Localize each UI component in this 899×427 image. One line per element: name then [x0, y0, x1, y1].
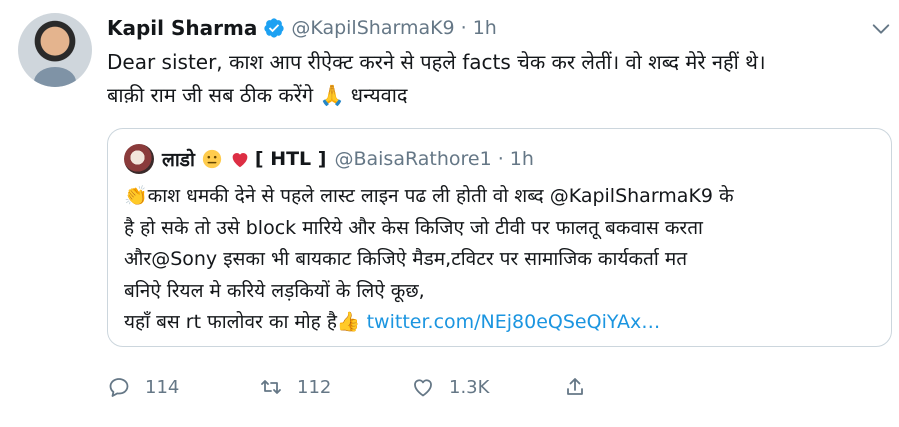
- quoted-text-line: और@Sony इसका भी बायकाट किजिऐ मैडम,टविटर …: [124, 248, 688, 270]
- tweet-text: Dear sister, काश आप रीऐक्ट करने से पहले …: [107, 46, 887, 112]
- quoted-name-tag: [ HTL ]: [254, 148, 327, 170]
- display-name[interactable]: Kapil Sharma: [107, 16, 257, 40]
- separator-dot: ·: [497, 148, 504, 170]
- quoted-text-line: यहाँ बस rt फालोवर का मोह है👍 twitter.com…: [124, 307, 884, 339]
- tweet-text-line: बाक़ी राम जी सब ठीक करेंगे 🙏 धन्यवाद: [107, 83, 408, 107]
- reply-button[interactable]: 114: [107, 375, 259, 399]
- quoted-text-last: यहाँ बस rt फालोवर का मोह है👍: [124, 311, 367, 333]
- quoted-handle: @BaisaRathore1: [334, 148, 492, 170]
- quoted-display-name: लाडो: [162, 149, 195, 171]
- heart-icon: [414, 379, 432, 397]
- avatar[interactable]: [18, 13, 92, 87]
- quoted-text: 👏काश धमकी देने से पहले लास्ट लाइन पढ ली …: [124, 181, 884, 339]
- separator-dot: ·: [460, 17, 467, 39]
- quoted-text-line: 👏काश धमकी देने से पहले लास्ट लाइन पढ ली …: [124, 185, 734, 207]
- tweet-text-line: Dear sister, काश आप रीऐक्ट करने से पहले …: [107, 50, 766, 74]
- tweet-timestamp[interactable]: 1h: [473, 17, 497, 39]
- chevron-down-icon[interactable]: [870, 18, 892, 40]
- like-button[interactable]: 1.3K: [411, 375, 563, 399]
- quoted-timestamp: 1h: [509, 148, 534, 170]
- quoted-text-line: है हो सके तो उसे block मारिये और केस किज…: [124, 216, 703, 239]
- user-handle[interactable]: @KapilSharmaK9: [291, 17, 454, 39]
- retweet-button[interactable]: 112: [259, 375, 411, 399]
- quoted-tweet[interactable]: लाडो [ HTL ] @BaisaRathore1 · 1h 👏काश धम: [107, 128, 892, 347]
- reply-icon: [109, 378, 129, 397]
- action-bar: 114 112 1.3K: [107, 372, 601, 402]
- retweet-icon: [261, 380, 281, 394]
- verified-badge-icon: [263, 17, 285, 39]
- quoted-link[interactable]: twitter.com/NEj80eQSeQiYAx…: [367, 311, 661, 333]
- neutral-face-emoji-icon: [201, 148, 223, 170]
- reply-count: 114: [145, 376, 180, 398]
- quoted-text-line: बनिऐ रियल मे करिये लड़कियों के लिऐ कूछ,: [124, 279, 425, 302]
- quoted-tweet-header: लाडो [ HTL ] @BaisaRathore1 · 1h: [124, 141, 534, 177]
- tweet-header: Kapil Sharma @KapilSharmaK9 · 1h: [107, 14, 497, 42]
- share-button[interactable]: [563, 375, 601, 399]
- red-heart-emoji-icon: [229, 148, 251, 170]
- share-icon: [567, 378, 583, 395]
- quoted-avatar: [124, 144, 154, 174]
- retweet-count: 112: [297, 376, 332, 398]
- like-count: 1.3K: [449, 376, 490, 398]
